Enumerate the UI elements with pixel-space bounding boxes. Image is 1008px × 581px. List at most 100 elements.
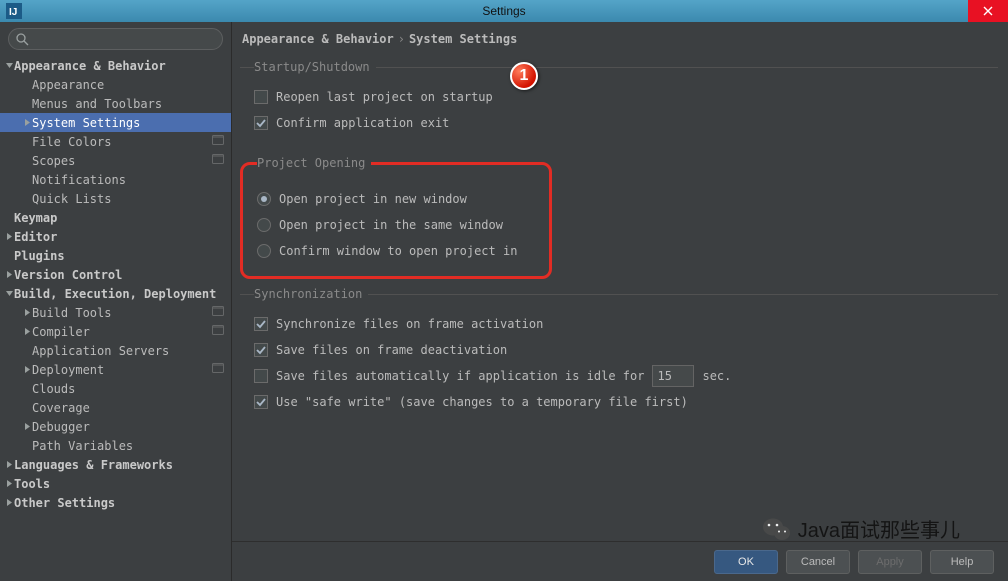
tree-item-file-colors[interactable]: File Colors	[0, 132, 231, 151]
tree-item-clouds[interactable]: Clouds	[0, 379, 231, 398]
settings-content: Startup/Shutdown Reopen last project on …	[232, 50, 1008, 541]
tree-item-label: Coverage	[32, 401, 225, 415]
tree-item-plugins[interactable]: Plugins	[0, 246, 231, 265]
checkbox-label: Save files automatically if application …	[276, 369, 644, 383]
tree-arrow-icon	[4, 232, 14, 242]
tree-item-version-control[interactable]: Version Control	[0, 265, 231, 284]
tree-item-build-tools[interactable]: Build Tools	[0, 303, 231, 322]
tree-arrow-icon	[4, 270, 14, 280]
tree-item-scopes[interactable]: Scopes	[0, 151, 231, 170]
tree-item-label: Languages & Frameworks	[14, 458, 225, 472]
breadcrumb-part: System Settings	[409, 32, 517, 46]
svg-text:IJ: IJ	[9, 7, 17, 18]
tree-item-label: Appearance	[32, 78, 225, 92]
tree-item-tools[interactable]: Tools	[0, 474, 231, 493]
title-bar: IJ Settings	[0, 0, 1008, 22]
tree-item-label: Version Control	[14, 268, 225, 282]
tree-item-notifications[interactable]: Notifications	[0, 170, 231, 189]
tree-arrow-placeholder	[22, 156, 32, 166]
radio-label: Open project in new window	[279, 192, 467, 206]
tree-item-label: File Colors	[32, 135, 211, 149]
tree-arrow-placeholder	[4, 213, 14, 223]
breadcrumb-part: Appearance & Behavior	[242, 32, 394, 46]
tree-item-other-settings[interactable]: Other Settings	[0, 493, 231, 512]
tree-item-languages-frameworks[interactable]: Languages & Frameworks	[0, 455, 231, 474]
project-scope-icon	[211, 152, 225, 169]
tree-item-application-servers[interactable]: Application Servers	[0, 341, 231, 360]
project-scope-icon	[211, 361, 225, 378]
unit-label: sec.	[702, 369, 731, 383]
tree-item-coverage[interactable]: Coverage	[0, 398, 231, 417]
tree-item-label: Scopes	[32, 154, 211, 168]
help-button[interactable]: Help	[930, 550, 994, 574]
tree-arrow-placeholder	[22, 403, 32, 413]
checkbox-label: Reopen last project on startup	[276, 90, 493, 104]
tree-item-appearance[interactable]: Appearance	[0, 75, 231, 94]
tree-item-label: Application Servers	[32, 344, 225, 358]
checkbox-safe-write[interactable]	[254, 395, 268, 409]
tree-item-label: Menus and Toolbars	[32, 97, 225, 111]
tree-item-menus-and-toolbars[interactable]: Menus and Toolbars	[0, 94, 231, 113]
tree-arrow-icon	[4, 479, 14, 489]
tree-item-label: Notifications	[32, 173, 225, 187]
group-startup-shutdown: Startup/Shutdown Reopen last project on …	[240, 60, 998, 148]
settings-tree: Appearance & Behavior Appearance Menus and…	[0, 56, 231, 581]
settings-search[interactable]	[8, 28, 223, 50]
radio-label: Confirm window to open project in	[279, 244, 517, 258]
checkbox-autosave-idle[interactable]	[254, 369, 268, 383]
window-title: Settings	[482, 4, 525, 18]
tree-item-build-execution-deployment[interactable]: Build, Execution, Deployment	[0, 284, 231, 303]
settings-search-input[interactable]	[33, 32, 214, 46]
tree-item-system-settings[interactable]: System Settings	[0, 113, 231, 132]
radio-open-new-window[interactable]	[257, 192, 271, 206]
tree-item-label: Plugins	[14, 249, 225, 263]
tree-item-label: Debugger	[32, 420, 225, 434]
tree-arrow-icon	[22, 118, 32, 128]
tree-arrow-placeholder	[22, 384, 32, 394]
tree-item-deployment[interactable]: Deployment	[0, 360, 231, 379]
tree-arrow-icon	[4, 289, 14, 299]
tree-arrow-icon	[4, 498, 14, 508]
project-scope-icon	[211, 304, 225, 321]
checkbox-sync-frame-activate[interactable]	[254, 317, 268, 331]
tree-item-path-variables[interactable]: Path Variables	[0, 436, 231, 455]
tree-item-label: Build, Execution, Deployment	[14, 287, 225, 301]
close-icon	[983, 6, 993, 16]
tree-arrow-icon	[22, 365, 32, 375]
autosave-seconds-input[interactable]	[652, 365, 694, 387]
tree-item-keymap[interactable]: Keymap	[0, 208, 231, 227]
checkbox-label: Save files on frame deactivation	[276, 343, 507, 357]
checkbox-confirm-exit[interactable]	[254, 116, 268, 130]
window-close-button[interactable]	[968, 0, 1008, 22]
cancel-button[interactable]: Cancel	[786, 550, 850, 574]
tree-item-quick-lists[interactable]: Quick Lists	[0, 189, 231, 208]
tree-item-label: Compiler	[32, 325, 211, 339]
tree-arrow-icon	[4, 460, 14, 470]
tree-item-editor[interactable]: Editor	[0, 227, 231, 246]
tree-arrow-placeholder	[22, 346, 32, 356]
radio-open-same-window[interactable]	[257, 218, 271, 232]
tree-item-label: Other Settings	[14, 496, 225, 510]
tree-item-label: Deployment	[32, 363, 211, 377]
search-icon	[15, 32, 29, 46]
settings-main: Appearance & Behavior › System Settings …	[232, 22, 1008, 581]
checkbox-save-frame-deactivate[interactable]	[254, 343, 268, 357]
annotation-callout-1: 1	[510, 62, 538, 90]
apply-button[interactable]: Apply	[858, 550, 922, 574]
tree-item-label: System Settings	[32, 116, 225, 130]
tree-item-compiler[interactable]: Compiler	[0, 322, 231, 341]
checkbox-reopen-last-project[interactable]	[254, 90, 268, 104]
tree-arrow-icon	[4, 61, 14, 71]
tree-item-debugger[interactable]: Debugger	[0, 417, 231, 436]
group-project-opening: Project Opening Open project in new wind…	[240, 156, 552, 279]
tree-arrow-placeholder	[4, 251, 14, 261]
ok-button[interactable]: OK	[714, 550, 778, 574]
tree-item-label: Build Tools	[32, 306, 211, 320]
checkbox-label: Confirm application exit	[276, 116, 449, 130]
tree-arrow-icon	[22, 422, 32, 432]
tree-arrow-placeholder	[22, 441, 32, 451]
tree-item-appearance-behavior[interactable]: Appearance & Behavior	[0, 56, 231, 75]
checkbox-label: Synchronize files on frame activation	[276, 317, 543, 331]
radio-confirm-window[interactable]	[257, 244, 271, 258]
tree-arrow-placeholder	[22, 137, 32, 147]
